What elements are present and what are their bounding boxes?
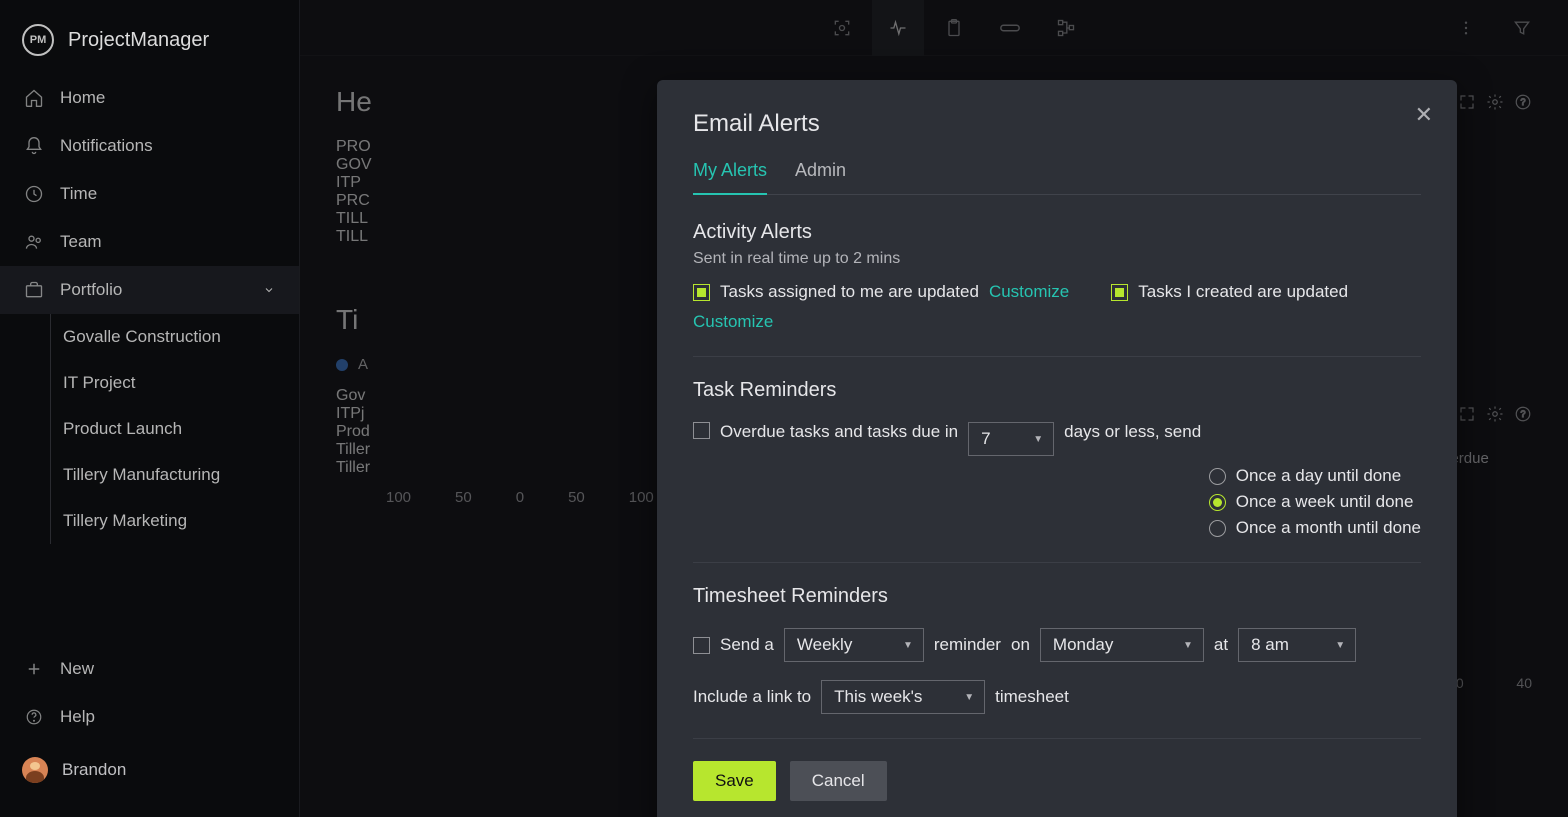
section-task-reminders: Task Reminders Overdue tasks and tasks d… (693, 379, 1421, 563)
plus-icon (24, 659, 44, 679)
portfolio-subnav: Govalle Construction IT Project Product … (50, 314, 299, 544)
nav-home[interactable]: Home (0, 74, 299, 122)
sidebar: PM ProjectManager Home Notifications Tim… (0, 0, 300, 817)
days-select[interactable]: 7 (968, 422, 1054, 456)
freq-select[interactable]: Weekly (784, 628, 924, 662)
ts-on-label: on (1011, 635, 1030, 655)
nav-label: Help (60, 707, 95, 727)
app-name: ProjectManager (68, 29, 209, 52)
chevron-down-icon (263, 284, 275, 296)
cb-overdue[interactable] (693, 422, 710, 439)
time-select[interactable]: 8 am (1238, 628, 1356, 662)
modal-tabs: My Alerts Admin (693, 160, 1421, 195)
overdue-label-a: Overdue tasks and tasks due in (720, 422, 958, 442)
main: He PRO GOV ITP PRC TILL TILL Ti A Gov IT… (300, 0, 1568, 817)
frequency-radio-group: Once a day until done Once a week until … (1209, 466, 1421, 538)
nav-help[interactable]: Help (0, 693, 299, 741)
nav-label: Home (60, 88, 105, 108)
sub-product[interactable]: Product Launch (51, 406, 299, 452)
activity-heading: Activity Alerts (693, 221, 1421, 244)
ts-at-label: at (1214, 635, 1228, 655)
cb-tasks-assigned[interactable] (693, 284, 710, 301)
nav-label: Time (60, 184, 97, 204)
nav-notifications[interactable]: Notifications (0, 122, 299, 170)
nav-label: Team (60, 232, 102, 252)
overdue-label-b: days or less, send (1064, 422, 1201, 442)
help-icon (24, 707, 44, 727)
ts-include-label: Include a link to (693, 687, 811, 707)
modal-title: Email Alerts (693, 110, 1421, 138)
cb-label: Tasks I created are updated (1138, 282, 1348, 302)
primary-nav: Home Notifications Time Team Portfolio G… (0, 74, 299, 645)
ts-send-label: Send a (720, 635, 774, 655)
ts-reminder-label: reminder (934, 635, 1001, 655)
nav-portfolio[interactable]: Portfolio (0, 266, 299, 314)
sub-govalle[interactable]: Govalle Construction (51, 314, 299, 360)
avatar (22, 757, 48, 783)
tab-admin[interactable]: Admin (795, 160, 846, 194)
footer-nav: New Help Brandon (0, 645, 299, 817)
close-icon[interactable]: ✕ (1415, 102, 1433, 128)
tab-my-alerts[interactable]: My Alerts (693, 160, 767, 195)
cb-tasks-created[interactable] (1111, 284, 1128, 301)
user-name: Brandon (62, 760, 126, 780)
which-select[interactable]: This week's (821, 680, 985, 714)
customize-link-2[interactable]: Customize (693, 312, 773, 332)
cb-ts-send[interactable] (693, 637, 710, 654)
bell-icon (24, 136, 44, 156)
radio-once-month[interactable]: Once a month until done (1209, 518, 1421, 538)
sub-tillery-mfg[interactable]: Tillery Manufacturing (51, 452, 299, 498)
nav-label: Portfolio (60, 280, 122, 300)
day-select[interactable]: Monday (1040, 628, 1204, 662)
section-activity: Activity Alerts Sent in real time up to … (693, 221, 1421, 357)
activity-subtext: Sent in real time up to 2 mins (693, 250, 1421, 268)
sub-tillery-mkt[interactable]: Tillery Marketing (51, 498, 299, 544)
team-icon (24, 232, 44, 252)
radio-once-day[interactable]: Once a day until done (1209, 466, 1421, 486)
section-timesheet-reminders: Timesheet Reminders Send a Weekly remind… (693, 585, 1421, 739)
task-heading: Task Reminders (693, 379, 1421, 402)
cancel-button[interactable]: Cancel (790, 761, 887, 801)
nav-label: Notifications (60, 136, 153, 156)
nav-time[interactable]: Time (0, 170, 299, 218)
user-row[interactable]: Brandon (0, 741, 299, 799)
cb-label: Tasks assigned to me are updated (720, 282, 979, 302)
clock-icon (24, 184, 44, 204)
save-button[interactable]: Save (693, 761, 776, 801)
nav-new[interactable]: New (0, 645, 299, 693)
logo-row: PM ProjectManager (0, 0, 299, 74)
ts-heading: Timesheet Reminders (693, 585, 1421, 608)
home-icon (24, 88, 44, 108)
nav-team[interactable]: Team (0, 218, 299, 266)
briefcase-icon (24, 280, 44, 300)
logo-icon: PM (22, 24, 54, 56)
nav-label: New (60, 659, 94, 679)
email-alerts-modal: Email Alerts ✕ My Alerts Admin Activity … (657, 80, 1457, 817)
ts-timesheet-label: timesheet (995, 687, 1069, 707)
sub-itproject[interactable]: IT Project (51, 360, 299, 406)
customize-link[interactable]: Customize (989, 282, 1069, 302)
button-row: Save Cancel (693, 761, 1421, 801)
radio-once-week[interactable]: Once a week until done (1209, 492, 1421, 512)
